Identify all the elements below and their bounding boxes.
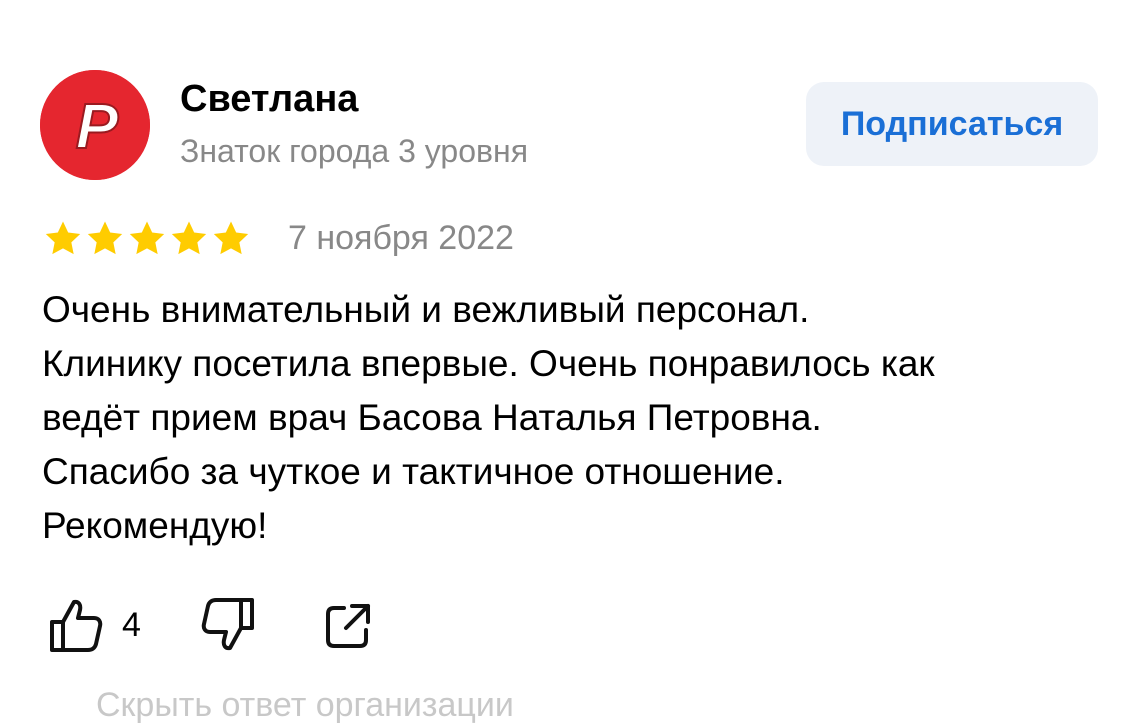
star-rating: [42, 219, 252, 259]
hide-response-link[interactable]: Скрыть ответ организации: [96, 686, 514, 725]
thumbs-up-icon: [50, 599, 103, 652]
review-text-line: ведёт прием врач Басова Наталья Петровна…: [42, 397, 822, 438]
star-icon: [129, 221, 165, 255]
share-button[interactable]: [324, 600, 372, 655]
star-icon: [87, 221, 123, 255]
author-level: Знаток города 3 уровня: [180, 133, 529, 169]
subscribe-button[interactable]: Подписаться: [806, 82, 1098, 166]
review-text-line: Рекомендую!: [42, 505, 268, 546]
dislike-button[interactable]: [200, 596, 256, 659]
star-icon: [171, 221, 207, 255]
like-button[interactable]: 4: [48, 596, 141, 654]
review-text-line: Клинику посетила впервые. Очень понравил…: [42, 343, 935, 384]
author-name[interactable]: Светлана: [180, 78, 358, 121]
review-text-line: Очень внимательный и вежливый персонал.: [42, 289, 810, 330]
review-text: Очень внимательный и вежливый персонал. …: [42, 283, 1102, 553]
like-count: 4: [122, 605, 141, 644]
avatar-logo-icon: P: [40, 70, 150, 180]
star-icon: [213, 221, 249, 255]
review-date: 7 ноября 2022: [288, 219, 514, 257]
avatar-letter: P: [76, 90, 119, 162]
thumbs-down-icon: [201, 598, 254, 651]
share-icon: [326, 604, 370, 648]
review-text-line: Спасибо за чуткое и тактичное отношение.: [42, 451, 785, 492]
star-icon: [45, 221, 81, 255]
avatar[interactable]: P: [40, 70, 150, 180]
